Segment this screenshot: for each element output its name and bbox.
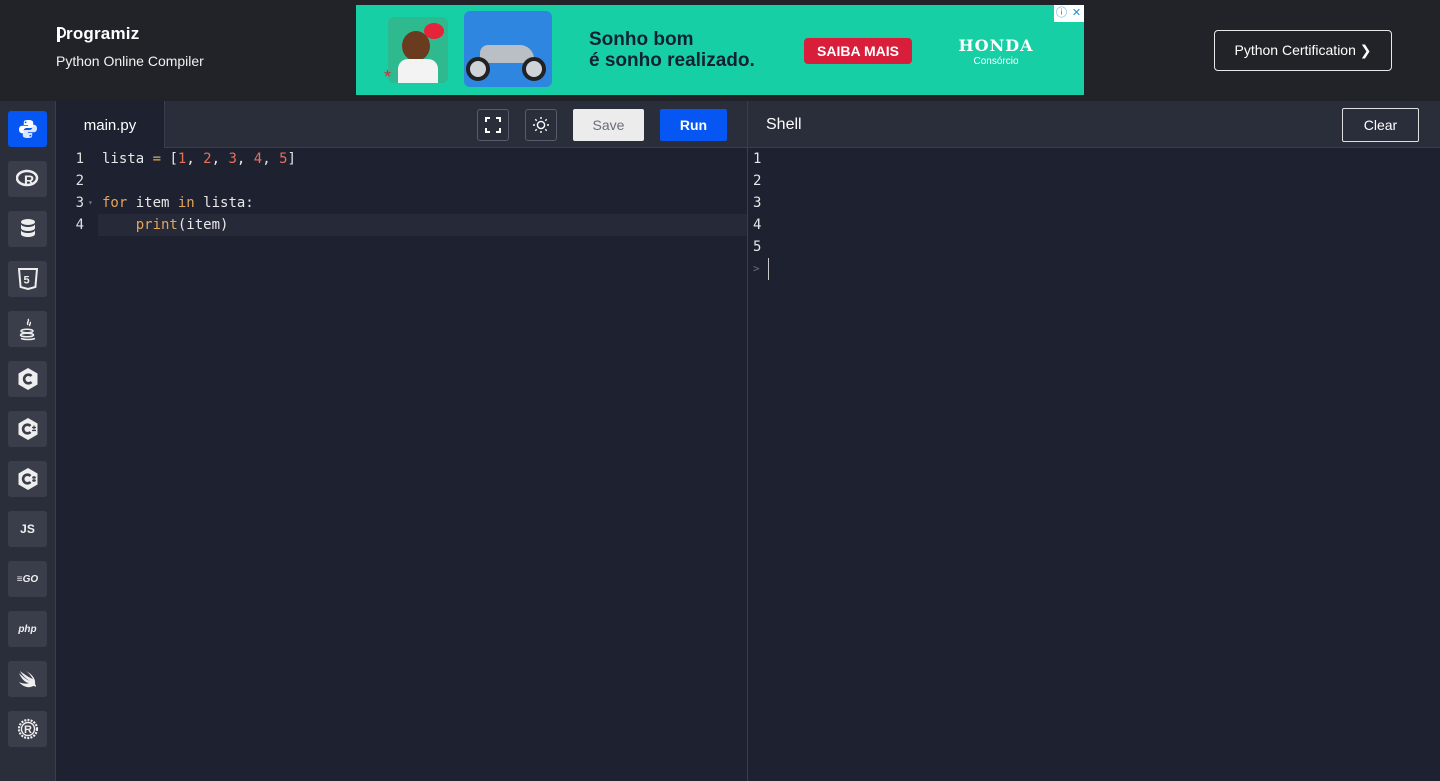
programiz-logo[interactable]: rogramiz: [56, 24, 204, 44]
editor-toolbar: main.py Save Run: [56, 101, 747, 149]
shell-toolbar: Shell Clear: [748, 101, 1440, 148]
line-number: 2: [75, 173, 84, 189]
code-text: lista = [1, 2, 3, 4, 5]: [102, 151, 296, 167]
svg-text:R: R: [24, 724, 32, 736]
ad-headline-line1: Sonho bom: [589, 29, 694, 50]
ad-brand-name: HONDA: [958, 36, 1034, 55]
code-editor[interactable]: 1 lista = [1, 2, 3, 4, 5] 2 3 ▾ for item…: [56, 148, 747, 781]
line-number: 1: [75, 151, 84, 167]
ad-cta-button[interactable]: SAIBA MAIS: [804, 38, 912, 64]
go-icon: ≡GO: [16, 573, 39, 585]
javascript-icon: JS: [20, 522, 35, 536]
output-line: 2: [753, 173, 762, 189]
sidebar-item-rust[interactable]: R: [8, 711, 47, 747]
ad-motorcycle-image: [464, 11, 552, 87]
ad-headline-line2: é sonho realizado.: [589, 50, 755, 71]
run-button[interactable]: Run: [660, 109, 727, 141]
brand: rogramiz Python Online Compiler: [56, 24, 204, 69]
fullscreen-icon: [485, 117, 501, 133]
ad-brand-sub: Consórcio: [973, 56, 1019, 67]
clear-button[interactable]: Clear: [1342, 108, 1419, 142]
code-line: 4 print(item): [56, 214, 747, 236]
sidebar-item-java[interactable]: [8, 311, 47, 347]
database-icon: [20, 219, 35, 237]
code-text: for item in lista:: [102, 195, 254, 211]
ad-headline: Sonho bom é sonho realizado.: [589, 29, 755, 71]
sidebar-item-cpp[interactable]: [8, 411, 47, 447]
output-line: 4: [753, 217, 762, 233]
sidebar-item-php[interactable]: php: [8, 611, 47, 647]
sidebar-item-csharp[interactable]: [8, 461, 47, 497]
theme-toggle-button[interactable]: [525, 109, 557, 141]
top-header: rogramiz Python Online Compiler * Sonho …: [0, 0, 1440, 101]
php-icon: php: [18, 623, 37, 635]
sidebar-item-sql[interactable]: [8, 211, 47, 247]
output-line: 3: [753, 195, 762, 211]
r-icon: R: [15, 169, 38, 188]
logo-text: rogramiz: [66, 24, 140, 43]
output-line: 1: [753, 151, 762, 167]
ad-choices: ⓘ ✕: [1054, 5, 1084, 22]
tab-main-py[interactable]: main.py: [56, 101, 165, 149]
csharp-icon: [18, 468, 37, 490]
sidebar-item-python[interactable]: [8, 111, 47, 147]
svg-text:5: 5: [23, 275, 29, 287]
ad-asterisk-icon: *: [384, 67, 392, 87]
line-number: 4: [75, 217, 84, 233]
svg-text:R: R: [24, 172, 34, 188]
line-number: 3: [75, 195, 84, 211]
advertisement-banner[interactable]: * Sonho bom é sonho realizado. SAIBA MAI…: [356, 5, 1084, 95]
text-cursor: [767, 258, 769, 280]
sun-icon: [533, 117, 549, 133]
code-text: print(item): [135, 217, 229, 233]
sidebar-item-swift[interactable]: [8, 661, 47, 697]
fold-arrow-icon[interactable]: ▾: [88, 192, 93, 214]
code-line: 3 ▾ for item in lista:: [56, 192, 747, 214]
language-sidebar: R 5 JS ≡GO php R: [0, 101, 56, 781]
code-line: 2: [56, 170, 747, 192]
shell-prompt[interactable]: >: [748, 258, 1440, 280]
cpp-icon: [18, 418, 37, 440]
sidebar-item-r[interactable]: R: [8, 161, 47, 197]
code-line: 1 lista = [1, 2, 3, 4, 5]: [56, 148, 747, 170]
ad-brand-logo: HONDA Consórcio: [946, 36, 1046, 67]
sidebar-item-html[interactable]: 5: [8, 261, 47, 297]
ad-close-icon[interactable]: ✕: [1069, 5, 1084, 22]
html5-icon: 5: [17, 268, 38, 290]
python-icon: [18, 120, 37, 138]
c-icon: [18, 368, 37, 390]
java-icon: [19, 318, 35, 341]
sidebar-item-go[interactable]: ≡GO: [8, 561, 47, 597]
save-button[interactable]: Save: [573, 109, 644, 141]
shell-title: Shell: [766, 116, 802, 133]
shell-output[interactable]: 1 2 3 4 5 >: [748, 148, 1440, 781]
sidebar-item-c[interactable]: [8, 361, 47, 397]
prompt-symbol: >: [753, 262, 760, 275]
swift-icon: [18, 671, 36, 688]
page-subtitle: Python Online Compiler: [56, 53, 204, 69]
logo-mark: [56, 26, 66, 43]
output-line: 5: [753, 239, 762, 255]
fullscreen-button[interactable]: [477, 109, 509, 141]
sidebar-item-js[interactable]: JS: [8, 511, 47, 547]
rust-icon: R: [17, 718, 38, 740]
ad-person-illustration: [388, 17, 448, 83]
ad-info-icon[interactable]: ⓘ: [1054, 5, 1069, 22]
python-certification-button[interactable]: Python Certification ❯: [1214, 30, 1392, 71]
